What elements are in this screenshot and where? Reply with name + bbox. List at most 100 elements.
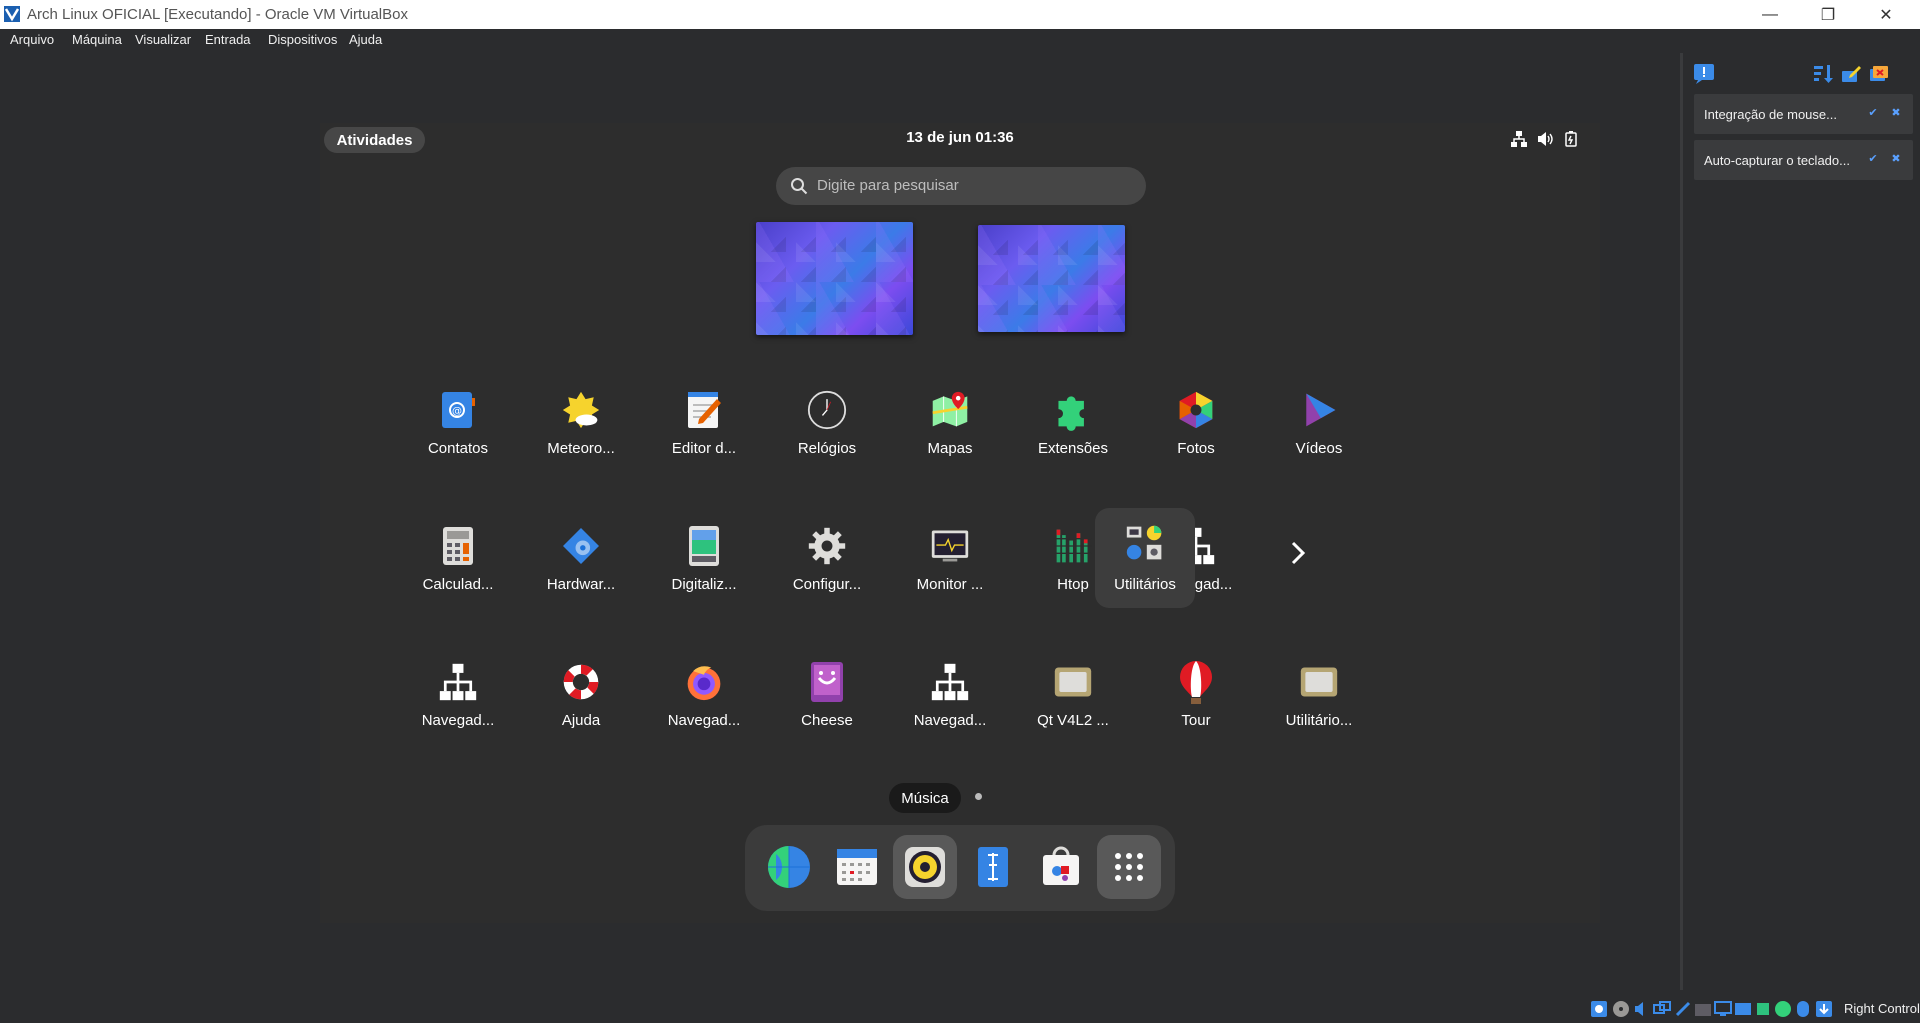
workspace-thumbnail-1[interactable] — [756, 222, 913, 335]
weather-icon — [561, 390, 601, 430]
app-contatos[interactable]: @ Contatos — [408, 380, 508, 480]
virtualbox-icon — [4, 6, 20, 22]
menu-entrada[interactable]: Entrada — [205, 32, 251, 47]
mouse-integration-icon[interactable] — [1794, 1000, 1812, 1018]
volume-icon[interactable] — [1536, 130, 1554, 148]
close-button[interactable]: ✕ — [1866, 4, 1906, 26]
app-extensoes[interactable]: Extensões — [1023, 380, 1123, 480]
audio-icon[interactable] — [1633, 1000, 1651, 1018]
hard-disk-icon[interactable] — [1590, 1000, 1608, 1018]
optical-drive-icon[interactable] — [1612, 1000, 1630, 1018]
app-label: Tour — [1181, 712, 1211, 729]
app-label: Meteoro... — [547, 440, 615, 457]
show-apps-button[interactable] — [1097, 835, 1161, 899]
menu-maquina[interactable]: Máquina — [72, 32, 122, 47]
search-input[interactable]: Digite para pesquisar — [776, 167, 1146, 205]
dock-web-browser[interactable] — [757, 835, 821, 899]
workspace-thumbnail-2[interactable] — [978, 225, 1125, 332]
app-label: Hardwar... — [546, 576, 616, 593]
calendar-icon — [837, 849, 877, 885]
balloon-icon — [1176, 661, 1216, 704]
app-folder-utilitarios[interactable]: Utilitários — [1095, 508, 1195, 608]
software-bag-icon — [1043, 846, 1079, 885]
dock-music[interactable] — [893, 835, 957, 899]
maps-icon — [930, 390, 970, 430]
sort-icon[interactable] — [1812, 63, 1834, 85]
battery-icon[interactable] — [1562, 130, 1580, 148]
dock-software[interactable] — [1029, 835, 1093, 899]
photos-icon — [1176, 390, 1216, 430]
virtualization-icon[interactable] — [1774, 1000, 1792, 1018]
app-configuracoes[interactable]: Configur... — [777, 516, 877, 616]
notification-close-icon[interactable]: ✖ — [1889, 106, 1903, 120]
usb-icon[interactable] — [1674, 1000, 1692, 1018]
display-icon[interactable] — [1714, 1000, 1732, 1018]
minimize-button[interactable]: — — [1750, 4, 1790, 26]
recording-icon[interactable] — [1734, 1000, 1752, 1018]
clock[interactable]: 13 de jun 01:36 — [320, 129, 1600, 146]
app-qt-v4l2[interactable]: Qt V4L2 ... — [1023, 652, 1123, 752]
app-label: Extensões — [1037, 440, 1109, 457]
app-firefox[interactable]: Navegad... — [654, 652, 754, 752]
app-editor[interactable]: Editor d... — [654, 380, 754, 480]
clear-icon[interactable] — [1840, 63, 1862, 85]
generic-app-icon — [1299, 662, 1339, 702]
firefox-icon — [684, 662, 724, 702]
app-cheese[interactable]: Cheese — [777, 652, 877, 752]
notification-mouse-integration[interactable]: Integração de mouse... ✔ ✖ — [1694, 94, 1913, 134]
menu-dispositivos[interactable]: Dispositivos — [268, 32, 337, 47]
app-label: Mapas — [927, 440, 973, 457]
app-mapas[interactable]: Mapas — [900, 380, 1000, 480]
host-key-label: Right Control — [1844, 1001, 1920, 1016]
app-label: Fotos — [1177, 440, 1215, 457]
app-label: Navegad... — [913, 712, 987, 729]
app-digitalizador[interactable]: Digitaliz... — [654, 516, 754, 616]
notification-text: Integração de mouse... — [1704, 107, 1837, 122]
app-label: Relógios — [797, 440, 857, 457]
restore-button[interactable]: ❐ — [1808, 4, 1848, 26]
notification-icon[interactable] — [1693, 63, 1715, 85]
app-videos[interactable]: Vídeos — [1269, 380, 1369, 480]
notification-keyboard-capture[interactable]: Auto-capturar o teclado... ✔ ✖ — [1694, 140, 1913, 180]
menu-ajuda[interactable]: Ajuda — [349, 32, 382, 47]
network-browser-icon — [930, 662, 970, 702]
app-calculadora[interactable]: Calculad... — [408, 516, 508, 616]
app-relogios[interactable]: Relógios — [777, 380, 877, 480]
host-key-icon[interactable] — [1815, 1000, 1833, 1018]
app-label: Ajuda — [561, 712, 601, 729]
system-monitor-icon — [930, 526, 970, 566]
svg-text:@: @ — [452, 406, 462, 417]
app-monitor[interactable]: Monitor ... — [900, 516, 1000, 616]
notification-help-icon[interactable]: ✔ — [1866, 106, 1880, 120]
network-adapter-icon[interactable] — [1653, 1000, 1671, 1018]
menu-arquivo[interactable]: Arquivo — [10, 32, 54, 47]
cpu-icon[interactable] — [1754, 1000, 1772, 1018]
network-icon[interactable] — [1510, 130, 1528, 148]
menu-visualizar[interactable]: Visualizar — [135, 32, 191, 47]
contacts-icon: @ — [438, 390, 478, 430]
app-label: Monitor ... — [916, 576, 984, 593]
vm-display[interactable]: Atividades 13 de jun 01:36 Digite para p… — [320, 123, 1600, 923]
dismiss-all-icon[interactable] — [1868, 63, 1890, 85]
shared-folder-icon[interactable] — [1694, 1000, 1712, 1018]
dock-calendar[interactable] — [825, 835, 889, 899]
dock-files[interactable] — [961, 835, 1025, 899]
page-indicator[interactable] — [975, 793, 982, 800]
search-placeholder: Digite para pesquisar — [817, 177, 959, 194]
app-ajuda[interactable]: Ajuda — [531, 652, 631, 752]
app-meteorologia[interactable]: Meteoro... — [531, 380, 631, 480]
search-icon — [791, 178, 808, 195]
app-fotos[interactable]: Fotos — [1146, 380, 1246, 480]
notification-close-icon[interactable]: ✖ — [1889, 152, 1903, 166]
network-browser-icon — [438, 662, 478, 702]
notification-center: Integração de mouse... ✔ ✖ Auto-capturar… — [1680, 53, 1920, 990]
app-tour[interactable]: Tour — [1146, 652, 1246, 752]
app-utilitario[interactable]: Utilitário... — [1269, 652, 1369, 752]
app-hardware[interactable]: Hardwar... — [531, 516, 631, 616]
notification-help-icon[interactable]: ✔ — [1866, 152, 1880, 166]
app-navegador-3[interactable]: Navegad... — [900, 652, 1000, 752]
app-label: Cheese — [801, 712, 853, 729]
app-label: Qt V4L2 ... — [1037, 712, 1109, 729]
next-page-arrow[interactable] — [1290, 540, 1308, 574]
app-navegador-2[interactable]: Navegad... — [408, 652, 508, 752]
